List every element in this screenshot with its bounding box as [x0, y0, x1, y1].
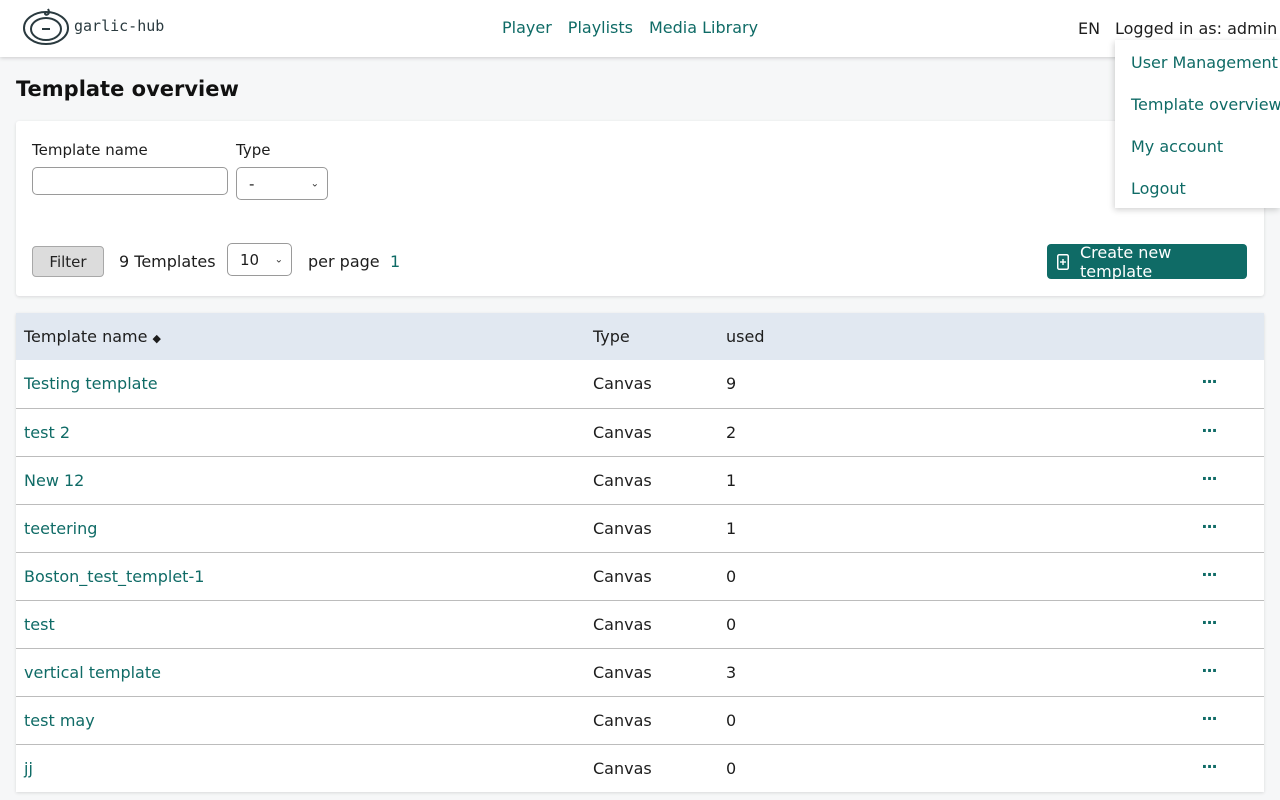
template-used-count: 0 [726, 759, 737, 778]
template-used-count: 2 [726, 423, 737, 442]
table-row: New 12 Canvas 1 ··· [16, 456, 1264, 504]
table-header: Template name ◆ Type used [16, 313, 1264, 360]
template-name-link[interactable]: teetering [24, 519, 97, 538]
more-icon[interactable]: ··· [1199, 660, 1219, 680]
sort-icon: ◆ [152, 332, 161, 345]
filter-button[interactable]: Filter [32, 246, 104, 277]
nav-playlists[interactable]: Playlists [568, 18, 633, 37]
table-row: Boston_test_templet-1 Canvas 0 ··· [16, 552, 1264, 600]
per-page-label: per page [308, 252, 380, 271]
top-header: garlic-hub Player Playlists Media Librar… [0, 0, 1280, 57]
more-icon[interactable]: ··· [1199, 756, 1219, 776]
more-icon[interactable]: ··· [1199, 468, 1219, 488]
template-used-count: 0 [726, 615, 737, 634]
create-template-label: Create new template [1080, 242, 1172, 281]
table-row: teetering Canvas 1 ··· [16, 504, 1264, 552]
user-dropdown-menu: User Management Template overview My acc… [1115, 40, 1280, 208]
template-used-count: 9 [726, 374, 737, 393]
more-icon[interactable]: ··· [1199, 708, 1219, 728]
chevron-down-icon: ⌄ [310, 178, 319, 189]
logo-text: garlic-hub [74, 17, 165, 35]
template-name-link[interactable]: test [24, 615, 55, 634]
nav-media-library[interactable]: Media Library [649, 18, 758, 37]
template-name-label: Template name [32, 141, 148, 159]
garlic-logo-icon [23, 8, 69, 45]
more-icon[interactable]: ··· [1199, 371, 1219, 391]
filter-panel: Template name Type - ⌄ Filter 9 Template… [16, 121, 1264, 296]
template-type: Canvas [593, 663, 652, 682]
column-header-used: used [726, 327, 765, 346]
logo[interactable]: garlic-hub [22, 8, 164, 46]
type-select-value: - [249, 174, 255, 193]
table-row: test Canvas 0 ··· [16, 600, 1264, 648]
type-select[interactable]: - ⌄ [236, 167, 328, 200]
template-name-link[interactable]: jj [24, 759, 33, 778]
menu-item-logout[interactable]: Logout [1131, 179, 1186, 198]
table-row: test may Canvas 0 ··· [16, 696, 1264, 744]
template-name-link[interactable]: test may [24, 711, 95, 730]
template-type: Canvas [593, 615, 652, 634]
template-type: Canvas [593, 711, 652, 730]
template-name-link[interactable]: New 12 [24, 471, 84, 490]
nav-player[interactable]: Player [502, 18, 552, 37]
template-name-link[interactable]: vertical template [24, 663, 161, 682]
language-selector[interactable]: EN [1078, 19, 1100, 38]
template-type: Canvas [593, 471, 652, 490]
template-used-count: 0 [726, 567, 737, 586]
table-row: jj Canvas 0 ··· [16, 744, 1264, 792]
type-label: Type [236, 141, 271, 159]
template-used-count: 0 [726, 711, 737, 730]
template-name-link[interactable]: Boston_test_templet-1 [24, 567, 204, 586]
template-name-link[interactable]: Testing template [24, 374, 158, 393]
table-row: Testing template Canvas 9 ··· [16, 360, 1264, 408]
main-nav: Player Playlists Media Library [502, 18, 758, 37]
menu-item-my-account[interactable]: My account [1131, 137, 1223, 156]
table-body: Testing template Canvas 9 ··· test 2 Can… [16, 360, 1264, 792]
add-document-icon [1057, 253, 1069, 270]
template-used-count: 3 [726, 663, 737, 682]
user-menu-toggle[interactable]: Logged in as: admin [1115, 19, 1277, 38]
templates-table: Template name ◆ Type used Testing templat… [16, 313, 1264, 792]
column-header-type: Type [593, 327, 630, 346]
more-icon[interactable]: ··· [1199, 564, 1219, 584]
per-page-select[interactable]: 10 ⌄ [227, 243, 292, 276]
more-icon[interactable]: ··· [1199, 516, 1219, 536]
template-name-link[interactable]: test 2 [24, 423, 70, 442]
table-row: vertical template Canvas 3 ··· [16, 648, 1264, 696]
template-type: Canvas [593, 567, 652, 586]
chevron-down-icon: ⌄ [274, 254, 283, 265]
template-used-count: 1 [726, 519, 737, 538]
template-count: 9 Templates [119, 252, 216, 271]
table-row: test 2 Canvas 2 ··· [16, 408, 1264, 456]
template-type: Canvas [593, 423, 652, 442]
menu-item-template-overview[interactable]: Template overview [1131, 95, 1280, 114]
per-page-value: 10 [240, 250, 260, 269]
more-icon[interactable]: ··· [1199, 612, 1219, 632]
create-template-button[interactable]: Create new template [1047, 242, 1247, 281]
template-type: Canvas [593, 374, 652, 393]
template-used-count: 1 [726, 471, 737, 490]
pagination-page-1[interactable]: 1 [390, 252, 400, 271]
template-type: Canvas [593, 519, 652, 538]
more-icon[interactable]: ··· [1199, 420, 1219, 440]
page-title: Template overview [16, 77, 239, 101]
column-header-template-name[interactable]: Template name ◆ [24, 327, 161, 346]
template-name-input[interactable] [32, 167, 228, 195]
template-type: Canvas [593, 759, 652, 778]
menu-item-user-management[interactable]: User Management [1131, 53, 1278, 72]
